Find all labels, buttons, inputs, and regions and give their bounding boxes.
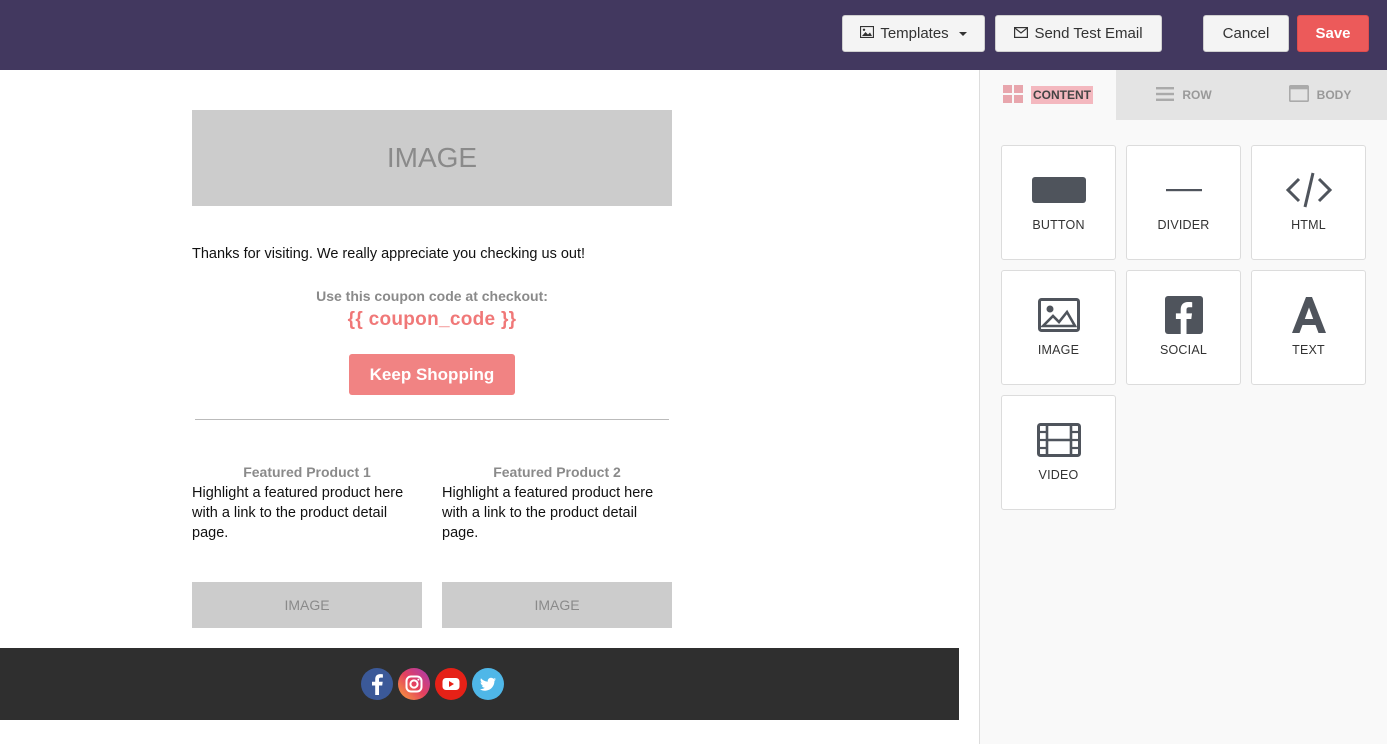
film-icon: [1002, 420, 1115, 460]
image-icon: [1002, 295, 1115, 335]
tile-label-video: VIDEO: [1038, 468, 1079, 482]
content-tile-image[interactable]: IMAGE: [1001, 270, 1116, 385]
email-footer[interactable]: [0, 648, 959, 720]
facebook-icon[interactable]: [361, 668, 393, 700]
cancel-button[interactable]: Cancel: [1203, 15, 1289, 52]
templates-label: Templates: [880, 25, 949, 42]
envelope-icon: [1014, 25, 1029, 42]
content-tile-social[interactable]: SOCIAL: [1126, 270, 1241, 385]
keep-shopping-label: Keep Shopping: [369, 364, 495, 384]
tile-label-divider: DIVIDER: [1157, 218, 1210, 232]
tab-body[interactable]: BODY: [1252, 70, 1387, 120]
send-test-email-button[interactable]: Send Test Email: [995, 15, 1162, 52]
top-toolbar: Templates Send Test Email Cancel Save: [0, 0, 1387, 70]
tab-row-label: ROW: [1182, 88, 1212, 102]
header-image-text: IMAGE: [386, 142, 478, 173]
grid-icon: [1003, 84, 1023, 106]
rows-icon: [1156, 86, 1175, 105]
tile-label-button: BUTTON: [1032, 218, 1085, 232]
tab-body-label: BODY: [1316, 88, 1352, 102]
keep-shopping-button[interactable]: Keep Shopping: [349, 354, 515, 395]
editor-sidebar: CONTENT ROW BODY BUTTON DIVIDER HTML IMA…: [979, 70, 1387, 744]
content-divider[interactable]: [195, 419, 669, 420]
tile-label-html: HTML: [1291, 218, 1326, 232]
image-icon: [860, 25, 875, 42]
save-label: Save: [1315, 25, 1351, 42]
facebook-square-icon: [1127, 295, 1240, 335]
tab-content[interactable]: CONTENT: [980, 70, 1116, 120]
tile-label-image: IMAGE: [1037, 343, 1080, 357]
cancel-label: Cancel: [1222, 25, 1270, 42]
button-icon: [1002, 170, 1115, 210]
tile-label-social: SOCIAL: [1159, 343, 1208, 357]
twitter-icon[interactable]: [472, 668, 504, 700]
content-tile-divider[interactable]: DIVIDER: [1126, 145, 1241, 260]
product-1-image-placeholder[interactable]: IMAGE: [192, 582, 422, 628]
code-icon: [1252, 170, 1365, 210]
product-2-description[interactable]: Highlight a featured product here with a…: [442, 483, 672, 543]
templates-dropdown-button[interactable]: Templates: [842, 15, 985, 52]
product-1-description[interactable]: Highlight a featured product here with a…: [192, 483, 422, 543]
product-1-image-text: IMAGE: [284, 597, 330, 613]
tile-label-text: TEXT: [1292, 343, 1325, 357]
coupon-code[interactable]: {{ coupon_code }}: [192, 309, 672, 331]
thanks-text[interactable]: Thanks for visiting. We really appreciat…: [192, 246, 585, 262]
email-canvas[interactable]: IMAGE Thanks for visiting. We really app…: [0, 70, 979, 744]
instagram-icon[interactable]: [398, 668, 430, 700]
coupon-label[interactable]: Use this coupon code at checkout:: [192, 288, 672, 304]
product-2-image-placeholder[interactable]: IMAGE: [442, 582, 672, 628]
youtube-icon[interactable]: [435, 668, 467, 700]
send-test-email-label: Send Test Email: [1034, 25, 1143, 42]
tab-content-label: CONTENT: [1031, 86, 1093, 104]
divider-icon: [1127, 170, 1240, 210]
caret-down-icon: [958, 31, 967, 36]
content-tile-video[interactable]: VIDEO: [1001, 395, 1116, 510]
product-1-title[interactable]: Featured Product 1: [192, 464, 422, 480]
text-icon: [1252, 295, 1365, 335]
content-tile-text[interactable]: TEXT: [1251, 270, 1366, 385]
tab-row[interactable]: ROW: [1116, 70, 1252, 120]
product-2-image-text: IMAGE: [534, 597, 580, 613]
header-image-placeholder[interactable]: IMAGE: [192, 110, 672, 206]
save-button[interactable]: Save: [1297, 15, 1369, 52]
body-icon: [1288, 85, 1309, 105]
product-2-title[interactable]: Featured Product 2: [442, 464, 672, 480]
content-tile-html[interactable]: HTML: [1251, 145, 1366, 260]
content-tile-button[interactable]: BUTTON: [1001, 145, 1116, 260]
